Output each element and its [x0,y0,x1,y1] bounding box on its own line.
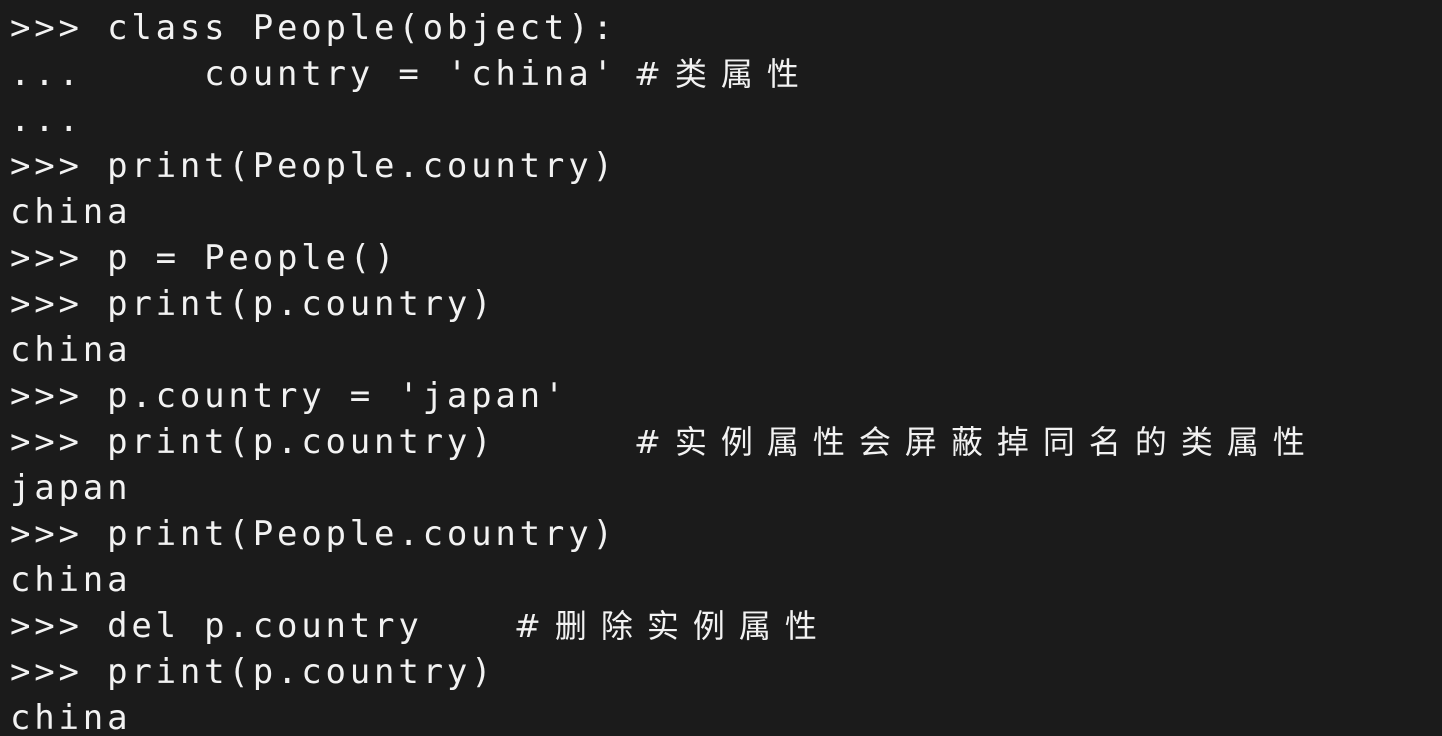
terminal-line: >>> print(p.country) [10,284,496,324]
terminal-output-line: china [10,192,132,232]
code-comment: #实例属性会屏蔽掉同名的类属性 [634,423,1319,461]
terminal-line: >>> del p.country [10,606,423,646]
terminal-line: >>> class People(object): [10,8,617,48]
terminal-output-line: china [10,560,132,600]
terminal-line: >>> print(People.country) [10,514,617,554]
terminal-output-line: china [10,698,132,736]
terminal-line: >>> print(People.country) [10,146,617,186]
terminal-output-line: japan [10,468,132,508]
terminal-window[interactable]: >>> class People(object): ... country = … [0,0,1442,736]
terminal-line: >>> p.country = 'japan' [10,376,569,416]
terminal-line: >>> p = People() [10,238,399,278]
terminal-line: >>> print(p.country) [10,422,496,462]
terminal-line: >>> print(p.country) [10,652,496,692]
terminal-line: ... [10,100,83,140]
code-comment: #删除实例属性 [514,607,831,645]
terminal-output-line: china [10,330,132,370]
terminal-line: ... country = 'china' [10,54,617,94]
code-comment: #类属性 [634,55,813,93]
